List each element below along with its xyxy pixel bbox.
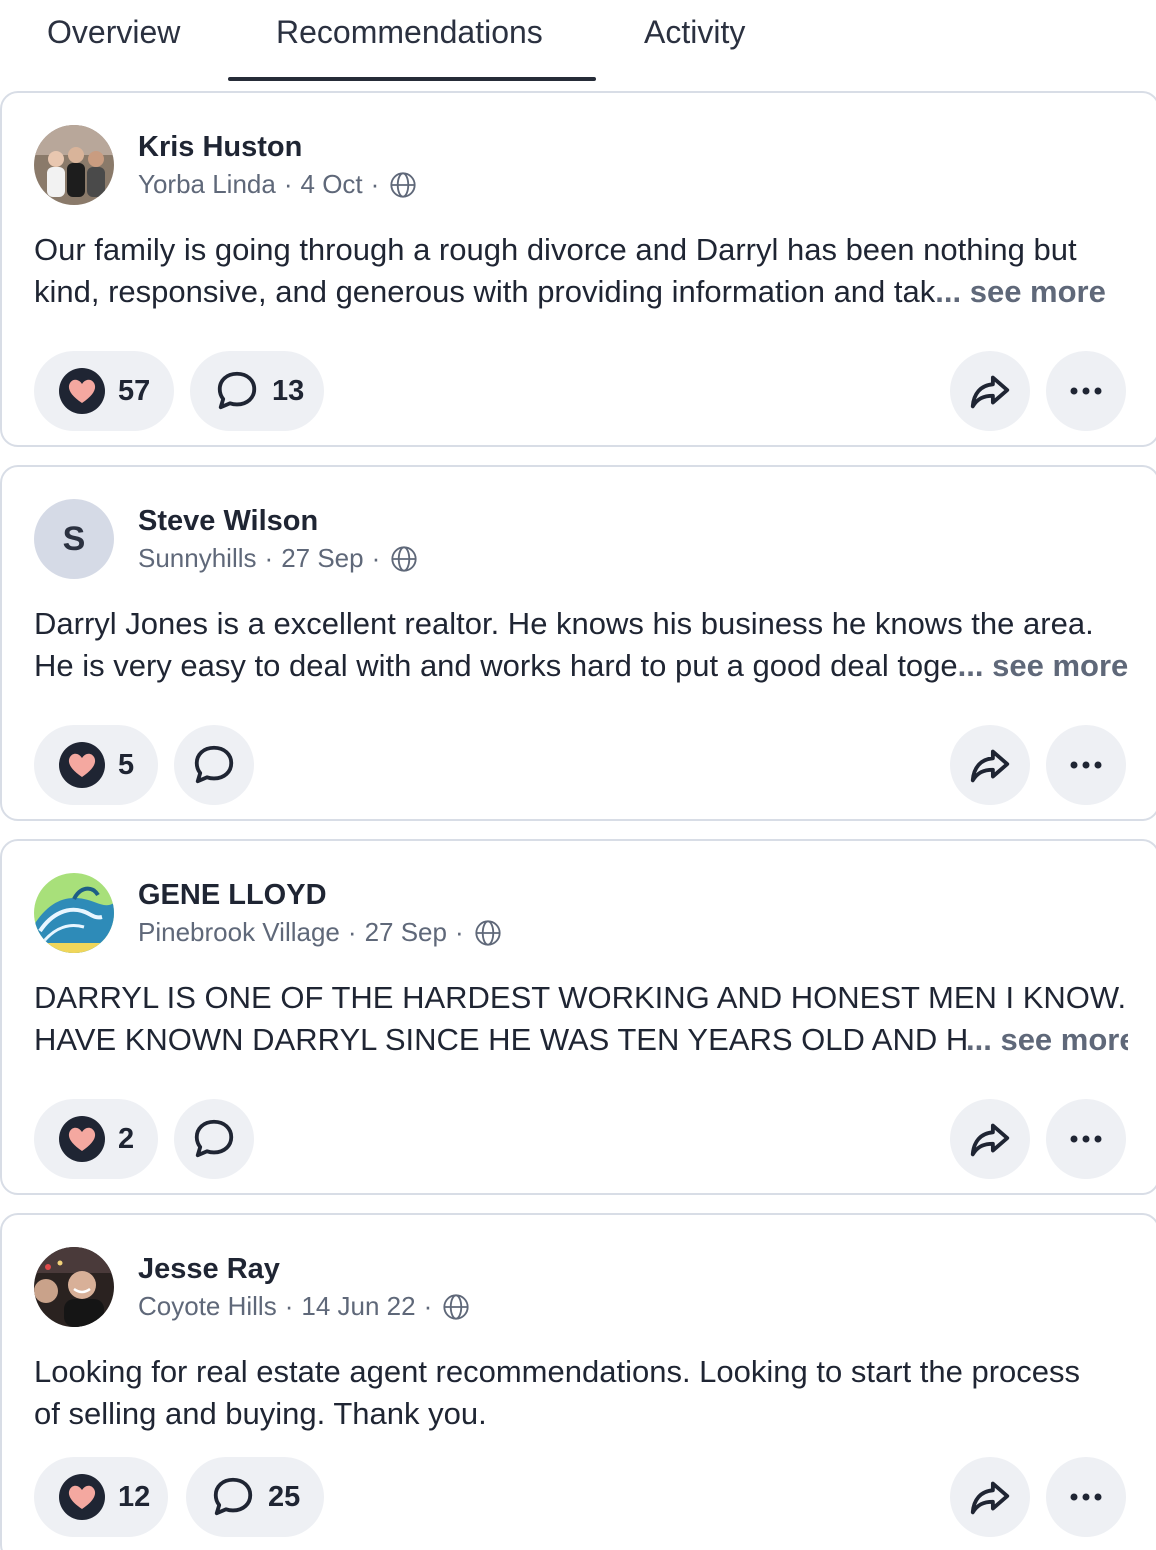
like-count: 2 — [118, 1122, 135, 1155]
post-text-line: HAVE KNOWN DARRYL SINCE HE WAS TEN YEARS… — [34, 1019, 1128, 1061]
more-options-button[interactable] — [1046, 1099, 1126, 1179]
comment-button[interactable] — [174, 1099, 254, 1179]
more-options-button[interactable] — [1046, 725, 1126, 805]
author-name[interactable]: GENE LLOYD — [138, 879, 327, 912]
globe-icon — [391, 545, 417, 572]
author-location[interactable]: Yorba Linda — [138, 169, 276, 200]
ellipsis-icon — [1070, 1493, 1102, 1501]
post-meta: Pinebrook Village · 27 Sep · — [138, 917, 502, 948]
like-button[interactable]: 12 — [34, 1457, 168, 1537]
separator-dot: · — [347, 917, 357, 947]
ellipsis-icon — [1070, 387, 1102, 395]
see-more-link[interactable]: ... see more — [958, 648, 1128, 683]
like-button[interactable]: 2 — [34, 1099, 158, 1179]
see-more-link[interactable]: ... see more — [935, 274, 1106, 309]
author-avatar[interactable] — [34, 873, 114, 953]
post-meta: Yorba Linda · 4 Oct · — [138, 169, 417, 200]
post-meta: Coyote Hills · 14 Jun 22 · — [138, 1291, 470, 1322]
post-body: Darryl Jones is a excellent realtor. He … — [34, 603, 1128, 687]
globe-icon — [443, 1293, 469, 1320]
comment-button[interactable] — [174, 725, 254, 805]
separator-dot: · — [284, 1291, 294, 1321]
share-button[interactable] — [950, 351, 1030, 431]
author-location[interactable]: Coyote Hills — [138, 1291, 277, 1322]
author-avatar[interactable] — [34, 125, 114, 205]
author-avatar[interactable]: S — [34, 499, 114, 579]
more-options-button[interactable] — [1046, 1457, 1126, 1537]
post-body: Looking for real estate agent recommenda… — [34, 1351, 1128, 1435]
active-tab-indicator — [228, 77, 596, 81]
speech-bubble-icon — [217, 371, 257, 410]
post-body: Our family is going through a rough divo… — [34, 229, 1128, 313]
post-date[interactable]: 4 Oct — [301, 169, 363, 200]
tab-recommendations[interactable]: Recommendations — [276, 14, 543, 51]
like-button[interactable]: 5 — [34, 725, 158, 805]
speech-bubble-icon — [194, 745, 234, 784]
post-text-line: Looking for real estate agent recommenda… — [34, 1354, 1080, 1389]
recommendation-card: Jesse Ray Coyote Hills · 14 Jun 22 · Loo… — [0, 1213, 1156, 1550]
post-text-line: of selling and buying. Thank you. — [34, 1396, 487, 1431]
globe-icon — [475, 919, 501, 946]
author-name[interactable]: Kris Huston — [138, 131, 302, 164]
like-count: 57 — [118, 374, 151, 407]
recommendation-card: Kris Huston Yorba Linda · 4 Oct · Our fa… — [0, 91, 1156, 447]
share-button[interactable] — [950, 725, 1030, 805]
comment-count: 13 — [272, 374, 305, 407]
heart-icon — [59, 1474, 105, 1520]
author-avatar[interactable] — [34, 1247, 114, 1327]
separator-dot: · — [454, 917, 464, 947]
tab-bar: Overview Recommendations Activity — [0, 0, 1156, 82]
post-date[interactable]: 27 Sep — [365, 917, 447, 948]
author-name[interactable]: Jesse Ray — [138, 1253, 280, 1286]
post-body: DARRYL IS ONE OF THE HARDEST WORKING AND… — [34, 977, 1128, 1061]
ellipsis-icon — [1070, 761, 1102, 769]
tab-activity[interactable]: Activity — [644, 14, 745, 51]
recommendation-card: GENE LLOYD Pinebrook Village · 27 Sep · … — [0, 839, 1156, 1195]
share-arrow-icon — [970, 375, 1010, 409]
separator-dot: · — [370, 169, 380, 199]
globe-icon — [390, 171, 416, 198]
post-meta: Sunnyhills · 27 Sep · — [138, 543, 418, 574]
see-more-link[interactable]: ... see more — [966, 1022, 1128, 1057]
author-location[interactable]: Pinebrook Village — [138, 917, 340, 948]
speech-bubble-icon — [194, 1119, 234, 1158]
post-text-line: He is very easy to deal with and works h… — [34, 648, 1128, 683]
author-name[interactable]: Steve Wilson — [138, 505, 318, 538]
recommendation-card: S Steve Wilson Sunnyhills · 27 Sep · Dar… — [0, 465, 1156, 821]
separator-dot: · — [371, 543, 381, 573]
share-arrow-icon — [970, 1123, 1010, 1157]
heart-icon — [59, 742, 105, 788]
share-arrow-icon — [970, 1481, 1010, 1515]
post-date[interactable]: 14 Jun 22 — [301, 1291, 415, 1322]
like-count: 5 — [118, 748, 135, 781]
comment-count: 25 — [268, 1480, 301, 1513]
speech-bubble-icon — [213, 1477, 253, 1516]
post-text-line: Our family is going through a rough divo… — [34, 232, 1077, 267]
comment-button[interactable]: 13 — [190, 351, 324, 431]
separator-dot: · — [264, 543, 274, 573]
post-date[interactable]: 27 Sep — [281, 543, 363, 574]
share-arrow-icon — [970, 749, 1010, 783]
separator-dot: · — [283, 169, 293, 199]
separator-dot: · — [423, 1291, 433, 1321]
author-location[interactable]: Sunnyhills — [138, 543, 257, 574]
like-button[interactable]: 57 — [34, 351, 174, 431]
tab-overview[interactable]: Overview — [47, 14, 180, 51]
share-button[interactable] — [950, 1457, 1030, 1537]
ellipsis-icon — [1070, 1135, 1102, 1143]
like-count: 12 — [118, 1480, 151, 1513]
post-text-line: DARRYL IS ONE OF THE HARDEST WORKING AND… — [34, 980, 1128, 1015]
heart-icon — [59, 1116, 105, 1162]
post-text-line: Darryl Jones is a excellent realtor. He … — [34, 606, 1094, 641]
comment-button[interactable]: 25 — [186, 1457, 324, 1537]
share-button[interactable] — [950, 1099, 1030, 1179]
heart-icon — [59, 368, 105, 414]
post-text-line: kind, responsive, and generous with prov… — [34, 274, 1106, 309]
more-options-button[interactable] — [1046, 351, 1126, 431]
